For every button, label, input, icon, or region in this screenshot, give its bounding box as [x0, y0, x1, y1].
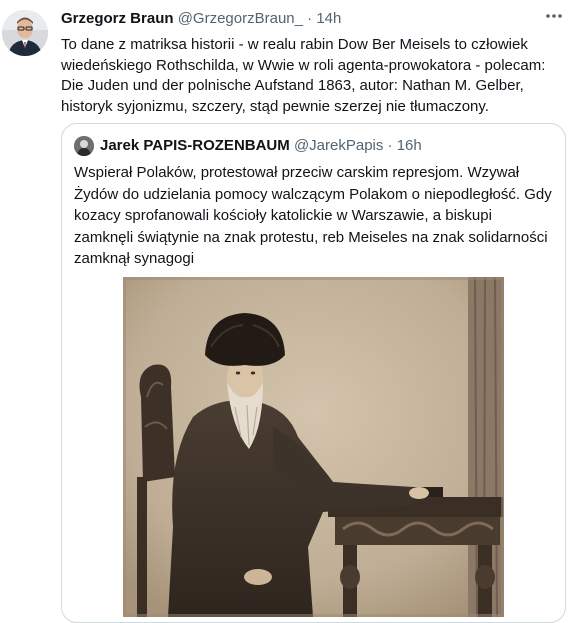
tweet-text-line: Die Juden und der polnische Aufstand 186… — [61, 77, 524, 94]
quoted-tweet-time[interactable]: 16h — [397, 137, 422, 154]
tweet-text-line: To dane z matriksa historii - w realu ra… — [61, 36, 528, 53]
historic-portrait-image — [123, 277, 504, 617]
quoted-author-name[interactable]: Jarek PAPIS-ROZENBAUM — [100, 137, 290, 154]
tweet-header: Grzegorz Braun @GrzegorzBraun_ · 14h — [61, 9, 341, 29]
tweet-text-line: historyk syjonizmu, szczery, stąd pewnie… — [61, 97, 489, 115]
quoted-author-avatar[interactable] — [74, 136, 94, 156]
quoted-tweet-photo[interactable] — [123, 277, 504, 617]
more-horizontal-icon — [546, 14, 562, 18]
quoted-avatar-image — [74, 136, 94, 156]
quoted-text-line: zamknął synagogi — [74, 250, 195, 267]
author-name[interactable]: Grzegorz Braun — [61, 10, 174, 27]
tweet[interactable]: Grzegorz Braun @GrzegorzBraun_ · 14h To … — [0, 0, 572, 623]
quoted-tweet[interactable]: Jarek PAPIS-ROZENBAUM @JarekPapis · 16h … — [61, 123, 566, 623]
quoted-tweet-text: Wspierał Polaków, protestował przeciw ca… — [74, 162, 559, 270]
author-avatar[interactable] — [2, 10, 48, 56]
quoted-text-line: kozacy sprofanowali kościoły katolickie … — [74, 207, 492, 224]
quoted-author-handle[interactable]: @JarekPapis — [294, 137, 383, 154]
separator-dot: · — [387, 137, 393, 154]
tweet-text: To dane z matriksa historii - w realu ra… — [61, 35, 561, 117]
author-handle[interactable]: @GrzegorzBraun_ — [178, 10, 303, 27]
author-avatar-image — [2, 10, 48, 56]
more-options-button[interactable] — [544, 6, 564, 26]
quoted-tweet-header: Jarek PAPIS-ROZENBAUM @JarekPapis · 16h — [100, 136, 422, 156]
tweet-text-line: wiedeńskiego Rothschilda, w Wwie w roli … — [61, 56, 546, 74]
quoted-text-line: zamknęli świątynie na znak protestu, reb… — [74, 228, 548, 246]
separator-dot: · — [307, 10, 313, 27]
tweet-time[interactable]: 14h — [316, 10, 341, 27]
quoted-text-line: Żydów do udzielania pomocy walczącym Pol… — [74, 185, 552, 203]
quoted-text-line: Wspierał Polaków, protestował przeciw ca… — [74, 164, 520, 181]
